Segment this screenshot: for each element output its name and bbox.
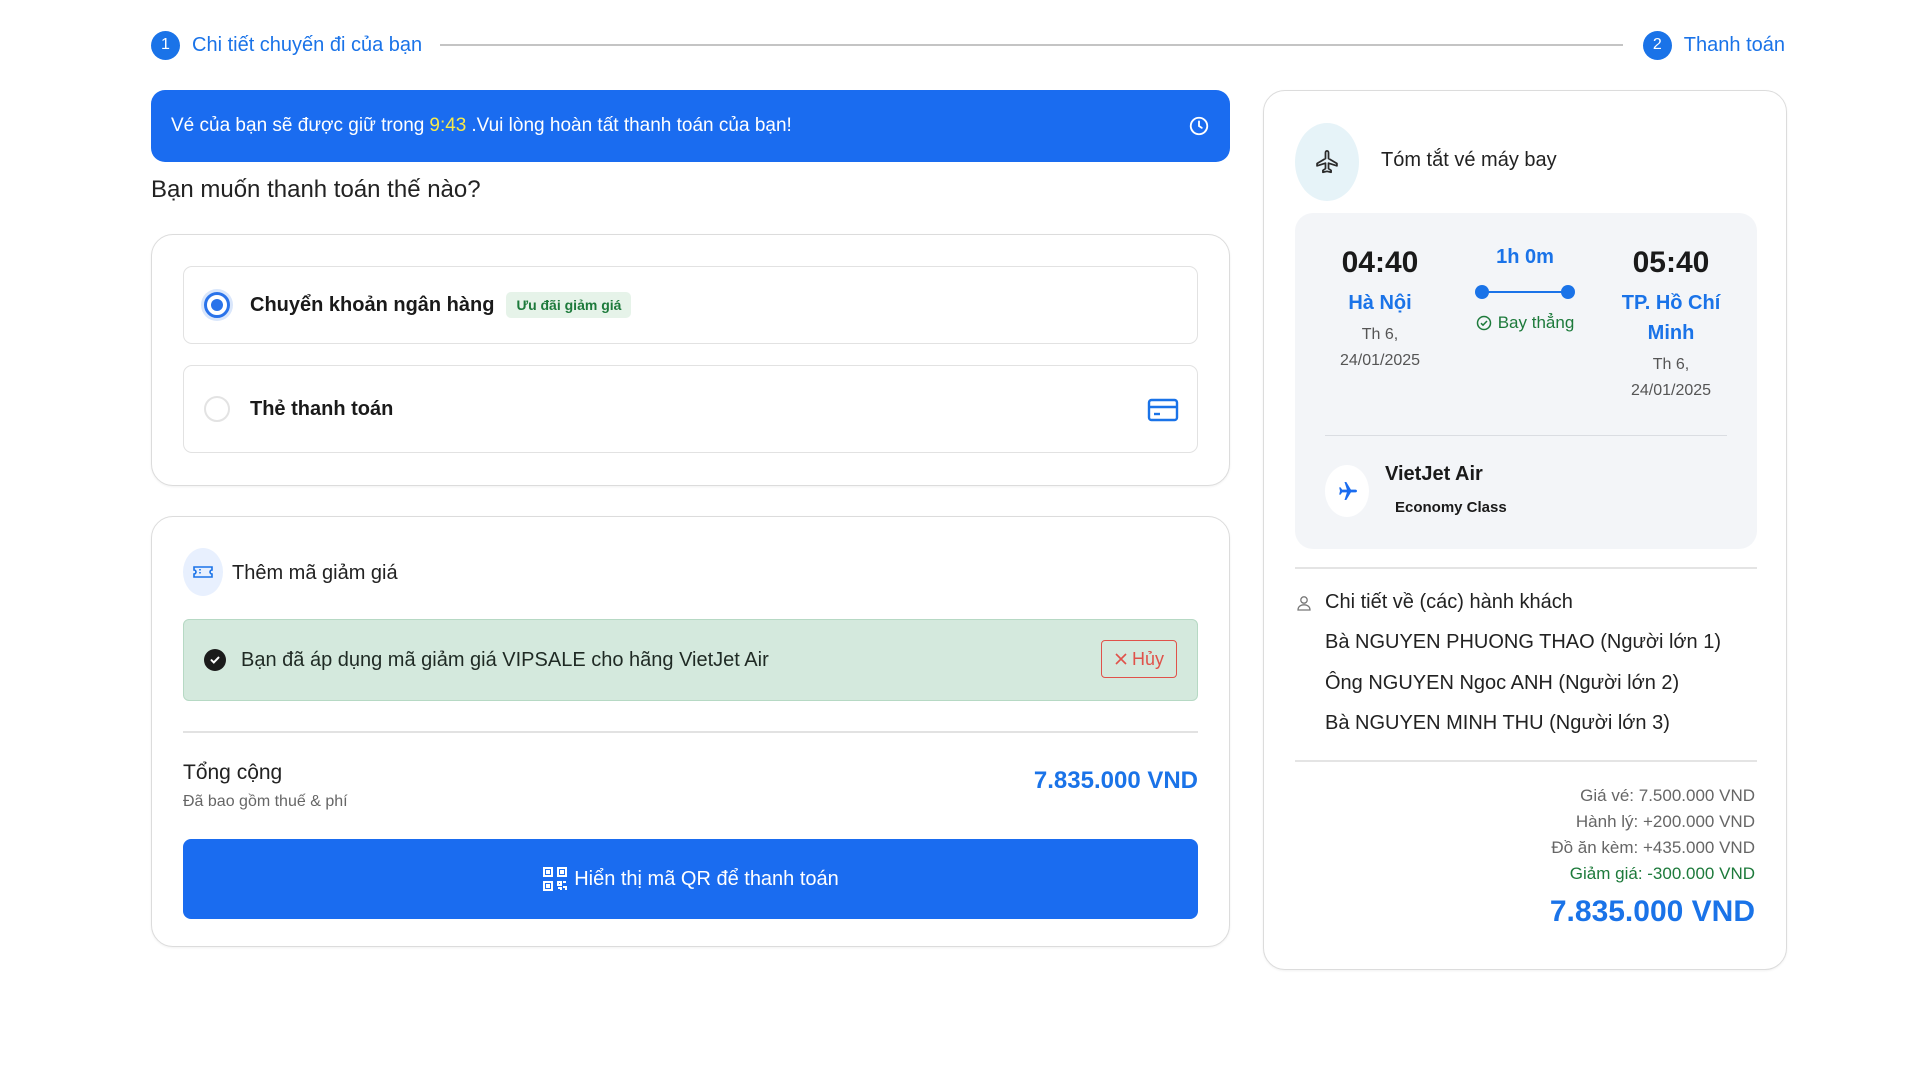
passengers-title: Chi tiết về (các) hành khách xyxy=(1325,591,1573,613)
qr-code-icon xyxy=(543,867,568,891)
qr-button-label: Hiển thị mã QR để thanh toán xyxy=(574,867,839,890)
flight-itinerary: 04:40 Hà Nội Th 6, 24/01/2025 1h 0m Bay … xyxy=(1295,213,1757,549)
check-circle-icon xyxy=(1476,315,1491,331)
arrival-city: TP. Hồ Chí Minh xyxy=(1621,292,1721,344)
stops-text: Bay thẳng xyxy=(1497,313,1575,332)
summary-title: Tóm tắt vé máy bay xyxy=(1381,149,1557,171)
airline-name: VietJet Air xyxy=(1385,463,1483,485)
arrival-time: 05:40 xyxy=(1632,246,1710,279)
passenger-item: Bà NGUYEN PHUONG THAO (Người lớn 1) xyxy=(1325,631,1721,653)
step-label: Thanh toán xyxy=(1683,33,1785,56)
payment-method-heading: Bạn muốn thanh toán thế nào? xyxy=(151,176,481,203)
ticket-icon xyxy=(183,548,223,596)
flight-duration: 1h 0m xyxy=(1496,246,1554,268)
step-number: 2 xyxy=(1642,30,1672,60)
stepper-connector xyxy=(440,44,1623,46)
banner-suffix: .Vui lòng hoàn tất thanh toán của bạn! xyxy=(471,115,792,136)
radio-card[interactable] xyxy=(204,396,230,422)
total-amount: 7.835.000 VND xyxy=(1033,767,1198,794)
discount-applied-alert: Bạn đã áp dụng mã giảm giá VIPSALE cho h… xyxy=(183,619,1198,701)
flight-duration-block: 1h 0m Bay thẳng xyxy=(1445,246,1605,333)
divider xyxy=(1325,435,1727,436)
discount-applied-message: Bạn đã áp dụng mã giảm giá VIPSALE cho h… xyxy=(241,648,769,671)
departure-date: Th 6, 24/01/2025 xyxy=(1339,326,1421,369)
show-qr-button[interactable]: Hiển thị mã QR để thanh toán xyxy=(183,839,1198,919)
route-line xyxy=(1475,285,1575,299)
discount-card: Thêm mã giảm giá Bạn đã áp dụng mã giảm … xyxy=(151,516,1230,947)
departure: 04:40 Hà Nội Th 6, 24/01/2025 xyxy=(1325,246,1435,374)
price-breakdown: Giá vé: 7.500.000 VND Hành lý: +200.000 … xyxy=(1551,783,1755,887)
direct-flight-label: Bay thẳng xyxy=(1445,313,1605,333)
cancel-label: Hủy xyxy=(1131,648,1164,669)
total-label: Tổng cộng xyxy=(183,761,283,784)
departure-time: 04:40 xyxy=(1341,246,1419,279)
departure-city: Hà Nội xyxy=(1348,292,1412,314)
cabin-class: Economy Class xyxy=(1395,499,1507,516)
grand-total: 7.835.000 VND xyxy=(1549,895,1755,928)
payment-option-card[interactable]: Thẻ thanh toán xyxy=(183,365,1198,453)
banner-prefix: Vé của bạn sẽ được giữ trong xyxy=(171,115,425,136)
discount-line: Giảm giá: -300.000 VND xyxy=(1569,864,1755,883)
option-label: Chuyển khoản ngân hàng xyxy=(250,293,495,316)
arrival-date: Th 6, 24/01/2025 xyxy=(1630,356,1712,399)
passenger-item: Bà NGUYEN MINH THU (Người lớn 3) xyxy=(1325,712,1670,734)
divider xyxy=(183,731,1198,733)
step-label: Chi tiết chuyến đi của bạn xyxy=(192,33,423,56)
step-number: 1 xyxy=(151,30,180,60)
clock-icon xyxy=(1189,116,1209,136)
baggage-line: Hành lý: +200.000 VND xyxy=(1575,812,1755,831)
payment-methods-card: Chuyển khoản ngân hàng Ưu đãi giảm giá T… xyxy=(151,234,1230,486)
divider xyxy=(1295,760,1757,762)
fare-line: Giá vé: 7.500.000 VND xyxy=(1580,786,1755,805)
check-circle-icon xyxy=(204,649,226,671)
meals-line: Đồ ăn kèm: +435.000 VND xyxy=(1551,838,1755,857)
step-payment[interactable]: 2 Thanh toán xyxy=(1642,30,1785,60)
discount-badge: Ưu đãi giảm giá xyxy=(506,292,632,318)
radio-bank-transfer[interactable] xyxy=(204,292,230,318)
checkout-stepper: 1 Chi tiết chuyến đi của bạn 2 Thanh toá… xyxy=(151,30,1785,60)
step-trip-details[interactable]: 1 Chi tiết chuyến đi của bạn xyxy=(151,30,423,60)
hold-countdown: 9:43 xyxy=(429,115,467,136)
airline-plane-icon xyxy=(1325,465,1369,517)
arrival: 05:40 TP. Hồ Chí Minh Th 6, 24/01/2025 xyxy=(1613,246,1729,404)
passengers-heading: Chi tiết về (các) hành khách xyxy=(1295,591,1573,614)
user-icon xyxy=(1297,595,1311,611)
close-icon xyxy=(1115,653,1127,665)
payment-option-bank-transfer[interactable]: Chuyển khoản ngân hàng Ưu đãi giảm giá xyxy=(183,266,1198,344)
total-subtext: Đã bao gồm thuế & phí xyxy=(183,793,348,810)
plane-icon xyxy=(1295,123,1359,201)
cancel-discount-button[interactable]: Hủy xyxy=(1101,640,1177,678)
option-label: Thẻ thanh toán xyxy=(250,397,394,420)
flight-summary-card: Tóm tắt vé máy bay 04:40 Hà Nội Th 6, 24… xyxy=(1263,90,1787,970)
hold-timer-banner: Vé của bạn sẽ được giữ trong 9:43 .Vui l… xyxy=(151,90,1230,162)
divider xyxy=(1295,567,1757,569)
credit-card-icon xyxy=(1147,398,1179,422)
add-discount-code[interactable]: Thêm mã giảm giá xyxy=(232,562,398,585)
passenger-item: Ông NGUYEN Ngoc ANH (Người lớn 2) xyxy=(1325,672,1680,694)
